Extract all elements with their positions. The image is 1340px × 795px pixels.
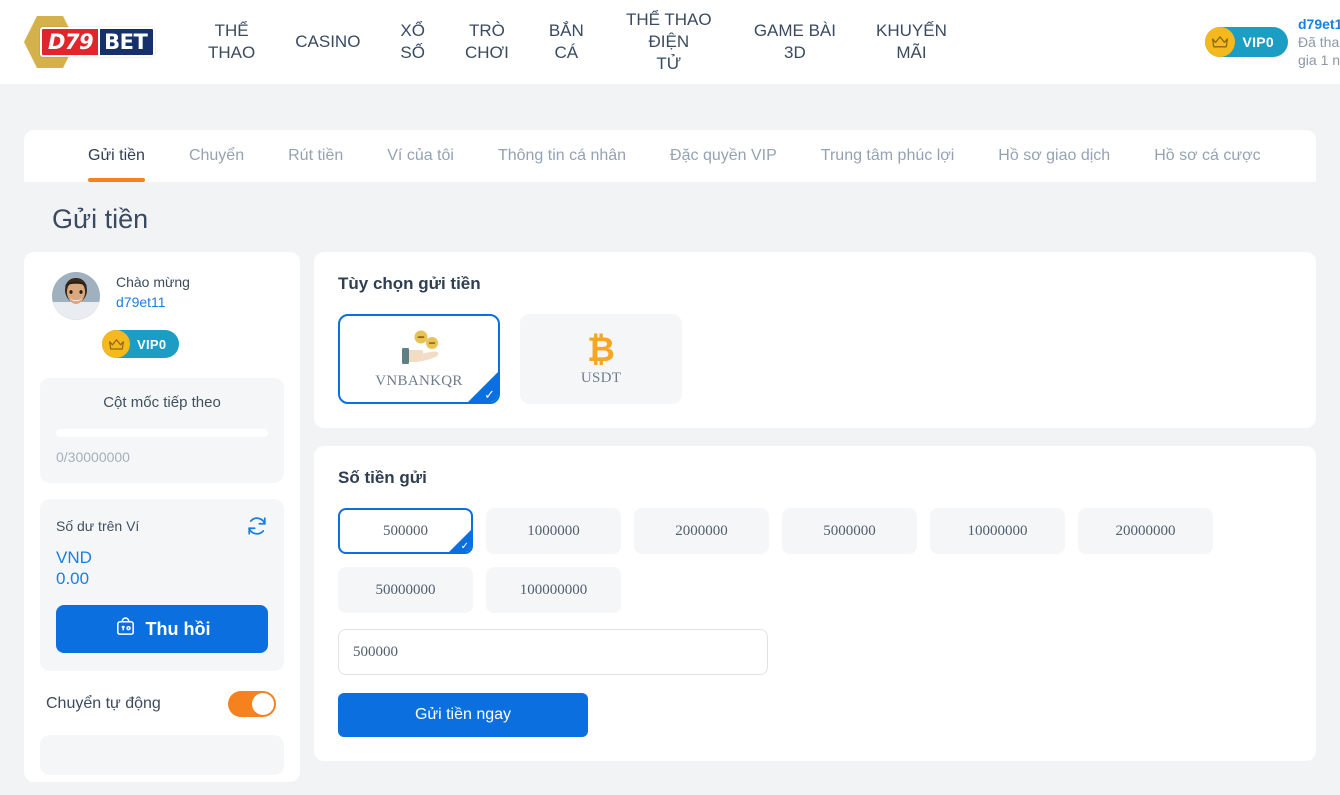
deposit-amount-card: Số tiền gửi 500000 ✓ 1000000 2000000 500… [314,446,1316,761]
nav-item-khuyen-mai[interactable]: KHUYẾN MÃI [856,20,967,64]
tab-dac-quyen-vip[interactable]: Đặc quyền VIP [648,130,799,182]
tab-trung-tam-phuc-loi[interactable]: Trung tâm phúc lợi [799,130,977,182]
amount-chip-50000000[interactable]: 50000000 [338,567,473,613]
amount-chip-100000000[interactable]: 100000000 [486,567,621,613]
page-content: Chào mừng d79et11 VIP0 Cột mốc tiếp theo… [0,235,1340,782]
tabbar-container: Gửi tiền Chuyển Rút tiền Ví của tôi Thôn… [0,130,1340,182]
amount-chip-10000000[interactable]: 10000000 [930,508,1065,554]
deposit-options-title: Tùy chọn gửi tiền [338,274,1292,294]
deposit-amount-title: Số tiền gửi [338,468,1292,488]
nav-item-game-bai-3d[interactable]: GAME BÀI 3D [734,20,856,64]
milestone-card: Cột mốc tiếp theo 0/30000000 [40,378,284,483]
amount-chip-grid: 500000 ✓ 1000000 2000000 5000000 1000000… [338,508,1292,613]
page-title: Gửi tiền [52,204,1340,235]
deposit-main-column: Tùy chọn gửi tiền VNBANKQR [314,252,1316,761]
profile-text: Chào mừng d79et11 [116,272,190,312]
wallet-card: Số dư trên Ví VND 0.00 [40,499,284,671]
welcome-label: Chào mừng [116,272,190,292]
toggle-knob [252,693,274,715]
account-tabs: Gửi tiền Chuyển Rút tiền Ví của tôi Thôn… [24,130,1316,182]
account-sidebar: Chào mừng d79et11 VIP0 Cột mốc tiếp theo… [24,252,300,782]
payment-option-vnbankqr[interactable]: VNBANKQR ✓ [338,314,500,404]
auto-transfer-toggle[interactable] [228,691,276,717]
tab-thong-tin-ca-nhan[interactable]: Thông tin cá nhân [476,130,648,182]
amount-chip-label: 5000000 [823,523,876,540]
wallet-currency: VND [56,547,268,568]
sidebar-vip-row: VIP0 [102,330,284,358]
milestone-title: Cột mốc tiếp theo [56,394,268,411]
auto-transfer-label: Chuyển tự động [46,695,161,713]
nav-item-xo-so[interactable]: XỔ SỐ [380,20,445,64]
main-navigation: THỂ THAO CASINO XỔ SỐ TRÒ CHƠI BẮN CÁ TH… [170,9,1205,75]
header-username: d79et11 [1298,15,1340,33]
crown-icon [102,330,130,358]
amount-chip-label: 20000000 [1116,523,1176,540]
amount-chip-label: 1000000 [527,523,580,540]
logo-blue-text: BET [98,29,153,55]
tab-gui-tien[interactable]: Gửi tiền [66,130,167,182]
tab-ho-so-ca-cuoc[interactable]: Hồ sơ cá cược [1132,130,1282,182]
refresh-icon[interactable] [246,515,268,537]
recall-funds-label: Thu hồi [146,619,211,640]
nav-item-the-thao[interactable]: THỂ THAO [188,20,275,64]
milestone-progress-bar [56,429,268,437]
payment-option-vnbankqr-label: VNBANKQR [375,373,462,390]
nav-item-tro-choi[interactable]: TRÒ CHƠI [445,20,529,64]
deposit-amount-input[interactable] [338,629,768,675]
auto-transfer-row: Chuyển tự động [40,671,284,735]
tab-vi-cua-toi[interactable]: Ví của tôi [365,130,476,182]
amount-chip-500000[interactable]: 500000 ✓ [338,508,473,554]
logo-plate: D79 BET [40,27,155,57]
nav-item-casino[interactable]: CASINO [275,31,380,53]
amount-chip-20000000[interactable]: 20000000 [1078,508,1213,554]
amount-chip-label: 50000000 [376,582,436,599]
sidebar-vip-badge[interactable]: VIP0 [102,330,179,358]
amount-chip-label: 2000000 [675,523,728,540]
site-header: D79 BET THỂ THAO CASINO XỔ SỐ TRÒ CHƠI B… [0,0,1340,84]
profile-row: Chào mừng d79et11 [40,272,284,320]
payment-option-usdt[interactable]: ₿ USDT [520,314,682,404]
deposit-options-card: Tùy chọn gửi tiền VNBANKQR [314,252,1316,428]
tab-ho-so-giao-dich[interactable]: Hồ sơ giao dịch [976,130,1132,182]
header-user-area: VIP0 d79et11 Đã tham gia 1 ngày [1205,15,1340,69]
header-user-info[interactable]: d79et11 Đã tham gia 1 ngày [1298,15,1340,69]
wallet-recall-icon [114,615,137,643]
amount-chip-5000000[interactable]: 5000000 [782,508,917,554]
sidebar-username[interactable]: d79et11 [116,292,190,312]
amount-chip-label: 100000000 [520,582,588,599]
wallet-header: Số dư trên Ví [56,515,268,537]
recall-funds-button[interactable]: Thu hồi [56,605,268,653]
tab-chuyen[interactable]: Chuyển [167,130,266,182]
amount-chip-2000000[interactable]: 2000000 [634,508,769,554]
nav-item-the-thao-dien-tu[interactable]: THỂ THAO ĐIỆN TỬ [604,9,734,75]
payment-option-usdt-label: USDT [581,370,621,387]
crown-icon [1205,27,1235,57]
selected-check-mark: ✓ [461,542,469,552]
header-joined-text: Đã tham gia 1 ngày [1298,33,1340,69]
deposit-now-button[interactable]: Gửi tiền ngay [338,693,588,737]
amount-chip-1000000[interactable]: 1000000 [486,508,621,554]
wallet-amount: 0.00 [56,568,268,589]
header-vip-label: VIP0 [1242,34,1274,50]
sidebar-bottom-panel [40,735,284,775]
wallet-title: Số dư trên Ví [56,518,139,534]
hand-coins-icon [391,328,447,371]
selected-check-mark: ✓ [484,388,495,401]
payment-method-list: VNBANKQR ✓ ₿ USDT [338,314,1292,404]
avatar[interactable] [52,272,100,320]
sidebar-vip-label: VIP0 [137,337,166,352]
d79bet-logo: D79 BET [24,14,150,70]
logo-red-text: D79 [42,29,98,55]
header-vip-badge[interactable]: VIP0 [1205,27,1288,57]
logo-link[interactable]: D79 BET [0,14,170,70]
milestone-value: 0/30000000 [56,449,268,465]
bitcoin-icon: ₿ [587,332,615,368]
nav-item-ban-ca[interactable]: BẮN CÁ [529,20,604,64]
amount-chip-label: 500000 [383,523,428,540]
tab-rut-tien[interactable]: Rút tiền [266,130,365,182]
amount-chip-label: 10000000 [968,523,1028,540]
